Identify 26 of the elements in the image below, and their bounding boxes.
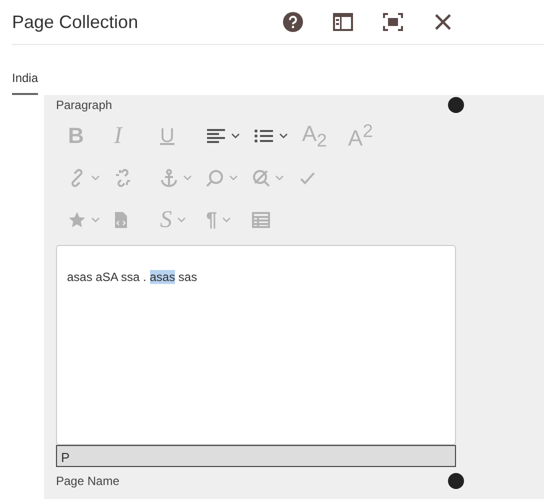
help-button[interactable] bbox=[282, 11, 304, 33]
find-replace-icon bbox=[252, 169, 270, 187]
field-label: Page Name bbox=[56, 474, 120, 488]
table-icon bbox=[252, 212, 270, 228]
text-editor[interactable]: asas aSA ssa . asas sas bbox=[56, 245, 456, 445]
list-icon bbox=[254, 128, 274, 144]
spellcheck-icon bbox=[298, 170, 316, 186]
tab[interactable]: India bbox=[12, 71, 38, 95]
dialog-title: Page Collection bbox=[12, 12, 138, 32]
side-panel-icon bbox=[333, 13, 353, 31]
search-icon bbox=[206, 169, 224, 187]
sidepanel-button[interactable] bbox=[332, 11, 354, 33]
info-icon bbox=[448, 473, 464, 489]
unlink-icon bbox=[114, 169, 132, 187]
source-file-icon bbox=[114, 211, 128, 229]
fullscreen-button[interactable] bbox=[382, 11, 404, 33]
help-icon bbox=[283, 12, 303, 32]
star-icon bbox=[68, 211, 86, 229]
field-label: Paragraph bbox=[56, 98, 112, 112]
editor-text: asas aSA ssa . asas sas bbox=[67, 270, 198, 284]
align-icon bbox=[206, 128, 226, 144]
info-icon bbox=[448, 97, 464, 113]
close-icon bbox=[434, 13, 452, 31]
anchor-icon bbox=[160, 169, 178, 187]
fullscreen-icon bbox=[383, 13, 403, 31]
element-path: P bbox=[56, 445, 456, 467]
